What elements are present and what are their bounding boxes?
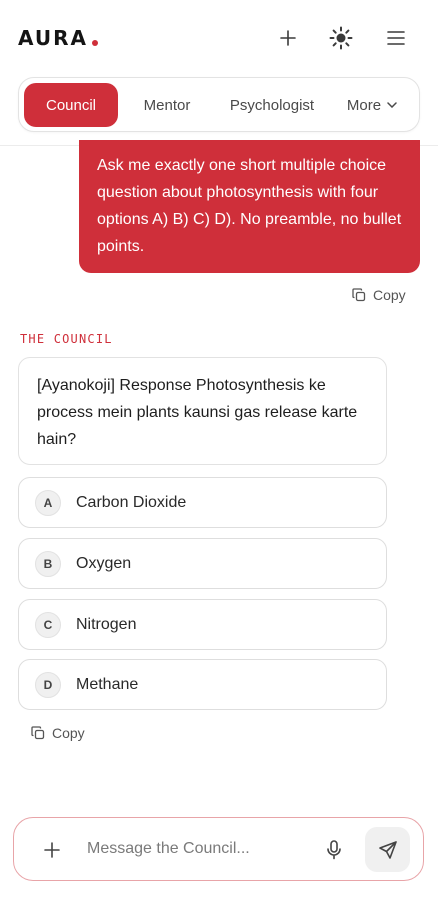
option-text: Carbon Dioxide (76, 493, 187, 511)
mode-tabs: Council Mentor Psychologist More (18, 77, 420, 132)
send-button[interactable] (365, 827, 410, 872)
logo-dot (91, 40, 98, 46)
tab-label: Mentor (143, 96, 191, 114)
option-d[interactable]: D Methane (18, 659, 387, 710)
option-letter: A (35, 489, 61, 516)
attach-button[interactable] (38, 836, 66, 864)
tab-more[interactable]: More (337, 83, 407, 127)
send-icon (378, 840, 397, 859)
tab-council[interactable]: Council (24, 83, 118, 127)
council-response-text: [Ayanokoji] Response Photosynthesis ke p… (37, 377, 358, 448)
option-text: Nitrogen (76, 615, 137, 633)
tab-label: Psychologist (229, 96, 315, 114)
tab-label: Council (45, 96, 97, 114)
copy-icon (31, 726, 45, 740)
council-label: THE COUNCIL (20, 332, 113, 346)
option-letter: C (35, 611, 61, 638)
plus-icon (280, 30, 296, 46)
option-b[interactable]: B Oxygen (18, 538, 387, 589)
chevron-down-icon (387, 102, 397, 108)
option-text: Methane (76, 675, 139, 693)
theme-toggle-button[interactable] (327, 24, 355, 52)
copy-icon (352, 288, 366, 302)
new-chat-button[interactable] (274, 24, 302, 52)
user-message-bubble: Ask me exactly one short multiple choice… (79, 140, 420, 273)
header: AURA (0, 0, 438, 76)
option-a[interactable]: A Carbon Dioxide (18, 477, 387, 528)
copy-label: Copy (373, 287, 406, 303)
user-copy-button[interactable]: Copy (352, 287, 406, 303)
sun-icon (329, 26, 353, 50)
user-message-text: Ask me exactly one short multiple choice… (97, 157, 402, 255)
menu-icon (387, 31, 405, 45)
option-letter: B (35, 550, 61, 577)
microphone-icon (327, 840, 341, 860)
plus-icon (44, 842, 60, 858)
logo-text: AURA (18, 26, 88, 50)
tab-label: More (346, 96, 382, 114)
logo[interactable]: AURA (18, 26, 98, 50)
message-input[interactable] (87, 834, 307, 864)
option-c[interactable]: C Nitrogen (18, 599, 387, 650)
option-letter: D (35, 671, 61, 698)
message-composer (13, 817, 424, 881)
voice-input-button[interactable] (320, 836, 348, 864)
tab-mentor[interactable]: Mentor (125, 83, 209, 127)
menu-button[interactable] (382, 24, 410, 52)
council-response-card: [Ayanokoji] Response Photosynthesis ke p… (18, 357, 387, 465)
option-text: Oxygen (76, 554, 132, 572)
council-copy-button[interactable]: Copy (31, 725, 85, 741)
tab-psychologist[interactable]: Psychologist (215, 83, 329, 127)
copy-label: Copy (52, 725, 85, 741)
